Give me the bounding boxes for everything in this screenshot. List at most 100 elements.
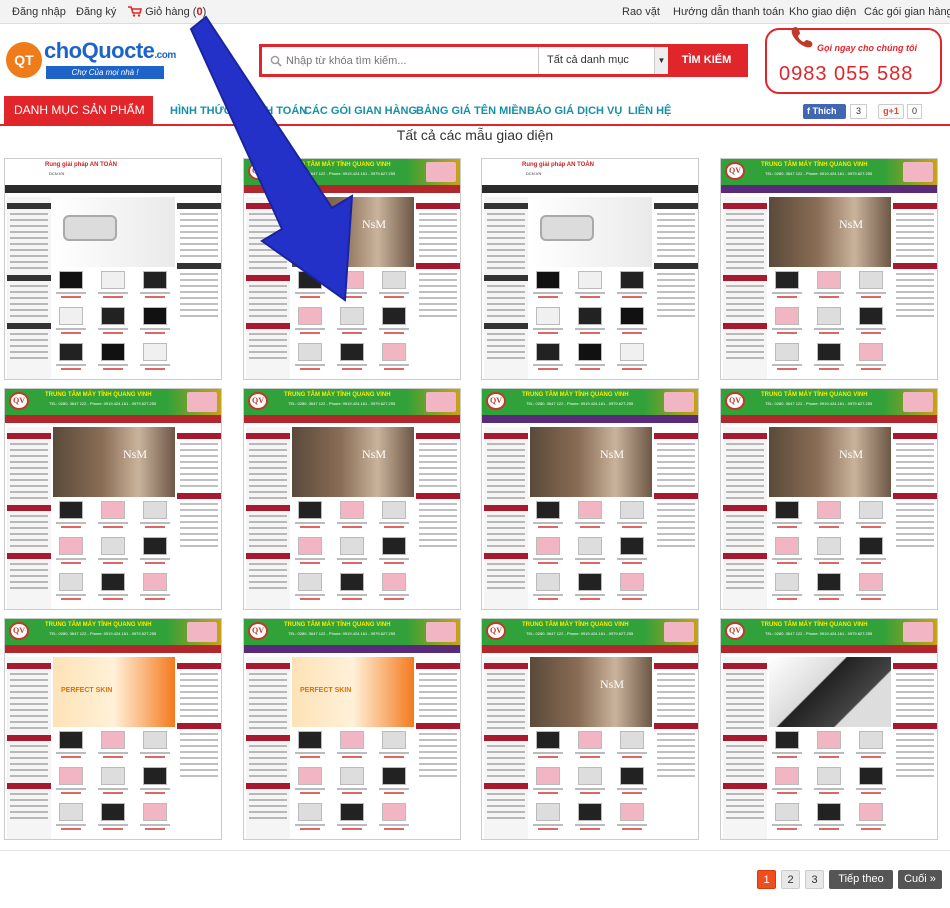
thumbnail-subtitle: TEL: 0280. 3647 122 - Phone: 0919.424.16… <box>288 631 396 636</box>
chevron-down-icon: ▼ <box>654 47 668 74</box>
theme-store-link[interactable]: Kho giao diện <box>789 6 856 18</box>
template-thumbnail[interactable]: QV TRUNG TÂM MÁY TÍNH QUANG VINH TEL: 0280… <box>243 158 461 380</box>
template-thumbnail[interactable]: Rung giải pháp AN TOÀN DCN.VN <box>4 158 222 380</box>
product-item <box>614 271 650 301</box>
product-item <box>292 501 328 531</box>
page-3-button[interactable]: 3 <box>805 870 824 889</box>
product-item <box>769 307 805 337</box>
laptop-image <box>187 622 217 642</box>
laptop-image <box>426 162 456 182</box>
template-thumbnail[interactable]: QV TRUNG TÂM MÁY TÍNH QUANG VINH TEL: 0280… <box>720 158 938 380</box>
thumbnail-products <box>530 501 652 609</box>
product-item <box>614 501 650 531</box>
thumbnail-right-column <box>893 657 937 839</box>
logo-name: choQuocte.com <box>44 38 176 64</box>
search-input[interactable] <box>286 50 536 72</box>
template-thumbnail[interactable]: QV TRUNG TÂM MÁY TÍNH QUANG VINH TEL: 0280… <box>720 388 938 610</box>
search-icon <box>270 55 282 67</box>
laptop-image <box>903 622 933 642</box>
product-item <box>376 573 412 603</box>
template-thumbnail[interactable]: QV TRUNG TÂM MÁY TÍNH QUANG VINH TEL: 0280… <box>481 388 699 610</box>
nav-contact[interactable]: LIÊN HỆ <box>628 105 671 117</box>
google-plus-button[interactable]: g+1 <box>878 104 904 119</box>
page-2-button[interactable]: 2 <box>781 870 800 889</box>
product-item <box>811 343 847 373</box>
qv-logo-icon: QV <box>248 392 268 410</box>
product-item <box>334 767 370 797</box>
hotline-phone[interactable]: 0983 055 588 <box>779 63 913 86</box>
product-item <box>137 343 173 373</box>
product-item <box>137 767 173 797</box>
thumbnail-sidebar <box>484 427 528 609</box>
product-item <box>811 731 847 761</box>
thumbnail-products <box>769 731 891 839</box>
product-item <box>530 731 566 761</box>
product-item <box>530 803 566 833</box>
next-page-button[interactable]: Tiếp theo » <box>829 870 893 904</box>
nav-domain-prices[interactable]: BẢNG GIÁ TÊN MIỀN <box>416 105 527 117</box>
product-item <box>530 767 566 797</box>
product-item <box>53 307 89 337</box>
product-item <box>292 307 328 337</box>
template-thumbnail[interactable]: QV TRUNG TÂM MÁY TÍNH QUANG VINH TEL: 0280… <box>243 388 461 610</box>
thumbnail-title: TRUNG TÂM MÁY TÍNH QUANG VINH <box>284 622 391 628</box>
qv-logo-icon: QV <box>9 622 29 640</box>
template-thumbnail[interactable]: QV TRUNG TÂM MÁY TÍNH QUANG VINH TEL: 0280… <box>243 618 461 840</box>
search-button[interactable]: TÌM KIẾM <box>668 47 745 74</box>
qv-logo-icon: QV <box>486 622 506 640</box>
thumbnail-sidebar <box>723 657 767 839</box>
nav-payment-methods[interactable]: HÌNH THỨC THANH TOÁN <box>170 105 307 117</box>
product-item <box>572 731 608 761</box>
product-item <box>769 271 805 301</box>
thumbnail-products <box>530 731 652 839</box>
last-page-button[interactable]: Cuối » <box>898 870 942 889</box>
facebook-icon: f <box>807 106 810 116</box>
login-link[interactable]: Đăng nhập <box>12 6 66 18</box>
product-item <box>292 731 328 761</box>
thumbnail-right-column <box>654 657 698 839</box>
site-logo[interactable]: QT choQuocte.com Chợ Của mọi nhà ! <box>6 38 176 82</box>
cart-link[interactable]: Giỏ hàng (0) <box>128 6 206 18</box>
product-item <box>95 271 131 301</box>
classifieds-link[interactable]: Rao vặt <box>622 6 660 18</box>
thumbnail-banner <box>53 657 175 727</box>
thumbnail-header: QV TRUNG TÂM MÁY TÍNH QUANG VINH TEL: 0280… <box>482 619 698 645</box>
nav-service-quotes[interactable]: BÁO GIÁ DỊCH VỤ <box>527 105 622 117</box>
category-select[interactable]: Tất cả danh mục ▼ <box>538 47 668 74</box>
thumbnail-menu <box>244 185 460 193</box>
facebook-like-button[interactable]: f Thích <box>803 104 846 119</box>
thumbnail-header: QV TRUNG TÂM MÁY TÍNH QUANG VINH TEL: 0280… <box>5 619 221 645</box>
template-thumbnail[interactable]: QV TRUNG TÂM MÁY TÍNH QUANG VINH TEL: 0280… <box>4 388 222 610</box>
laptop-image <box>903 392 933 412</box>
page-1-button[interactable]: 1 <box>757 870 776 889</box>
category-menu-button[interactable]: DANH MỤC SẢN PHẨM ⌄ <box>4 96 160 124</box>
template-thumbnail[interactable]: QV TRUNG TÂM MÁY TÍNH QUANG VINH TEL: 0280… <box>481 618 699 840</box>
qv-logo-icon: QV <box>725 162 745 180</box>
product-item <box>853 767 889 797</box>
product-item <box>292 343 328 373</box>
product-item <box>376 501 412 531</box>
product-item <box>530 537 566 567</box>
product-item <box>137 731 173 761</box>
thumbnail-menu <box>482 185 698 193</box>
nav-store-packages[interactable]: CÁC GÓI GIAN HÀNG <box>304 105 417 117</box>
payment-guide-link[interactable]: Hướng dẫn thanh toán <box>673 6 784 18</box>
product-item <box>811 767 847 797</box>
thumbnail-menu <box>5 645 221 653</box>
product-item <box>95 803 131 833</box>
product-item <box>334 501 370 531</box>
thumbnail-menu <box>5 415 221 423</box>
product-item <box>853 731 889 761</box>
template-thumbnail[interactable]: QV TRUNG TÂM MÁY TÍNH QUANG VINH TEL: 0280… <box>720 618 938 840</box>
product-item <box>376 537 412 567</box>
thumbnail-title: Rung giải pháp AN TOÀN <box>45 162 117 168</box>
template-thumbnail[interactable]: QV TRUNG TÂM MÁY TÍNH QUANG VINH TEL: 0280… <box>4 618 222 840</box>
thumbnail-sidebar <box>246 197 290 379</box>
register-link[interactable]: Đăng ký <box>76 6 116 18</box>
thumbnail-subtitle: TEL: 0280. 3647 122 - Phone: 0919.424.16… <box>765 631 873 636</box>
template-thumbnail[interactable]: Rung giải pháp AN TOÀN DCN.VN <box>481 158 699 380</box>
product-item <box>811 307 847 337</box>
product-item <box>292 803 328 833</box>
store-packages-link[interactable]: Các gói gian hàng <box>864 6 950 18</box>
thumbnail-header: Rung giải pháp AN TOÀN DCN.VN <box>5 159 221 185</box>
